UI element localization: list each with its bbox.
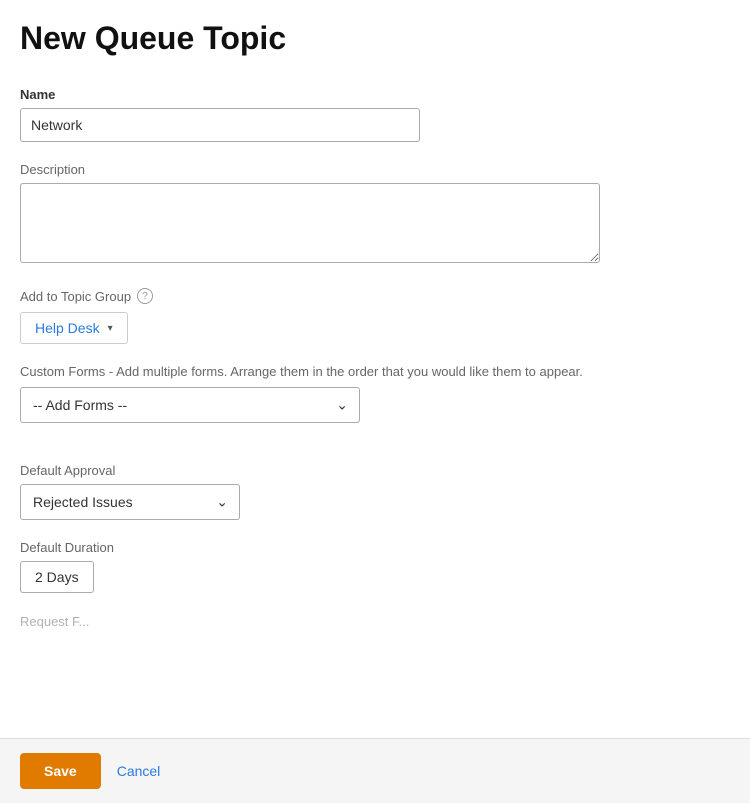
default-approval-select-wrapper: Rejected Issues None Manager Approval ⌄ <box>20 484 240 520</box>
help-icon: ? <box>137 288 153 304</box>
custom-forms-note: Custom Forms - Add multiple forms. Arran… <box>20 364 720 379</box>
cutoff-label: Request F... <box>20 614 89 629</box>
description-input[interactable] <box>20 183 600 263</box>
cutoff-section: Request F... <box>20 613 720 631</box>
name-label: Name <box>20 87 720 102</box>
default-approval-label: Default Approval <box>20 463 720 478</box>
custom-forms-select[interactable]: -- Add Forms -- <box>20 387 360 423</box>
description-section: Description <box>20 162 720 268</box>
custom-forms-section: Custom Forms - Add multiple forms. Arran… <box>20 364 720 423</box>
topic-group-label-row: Add to Topic Group ? <box>20 288 720 304</box>
default-duration-button[interactable]: 2 Days <box>20 561 94 593</box>
topic-group-section: Add to Topic Group ? Help Desk ▾ <box>20 288 720 344</box>
page-title: New Queue Topic <box>20 20 720 57</box>
description-label: Description <box>20 162 720 177</box>
save-button[interactable]: Save <box>20 753 101 789</box>
topic-group-label: Add to Topic Group <box>20 289 131 304</box>
default-approval-section: Default Approval Rejected Issues None Ma… <box>20 463 720 520</box>
topic-group-value: Help Desk <box>35 320 100 336</box>
default-duration-value: 2 Days <box>35 569 79 585</box>
bottom-bar: Save Cancel <box>0 738 750 803</box>
page-wrapper: New Queue Topic Name Description Add to … <box>0 0 750 751</box>
name-input[interactable] <box>20 108 420 142</box>
topic-group-button[interactable]: Help Desk ▾ <box>20 312 128 344</box>
default-duration-section: Default Duration 2 Days <box>20 540 720 593</box>
default-approval-select[interactable]: Rejected Issues None Manager Approval <box>20 484 240 520</box>
chevron-down-icon: ▾ <box>108 323 113 334</box>
spacer1 <box>20 443 720 463</box>
custom-forms-select-wrapper: -- Add Forms -- ⌄ <box>20 387 360 423</box>
cancel-button[interactable]: Cancel <box>117 763 161 779</box>
name-section: Name <box>20 87 720 142</box>
default-duration-label: Default Duration <box>20 540 720 555</box>
